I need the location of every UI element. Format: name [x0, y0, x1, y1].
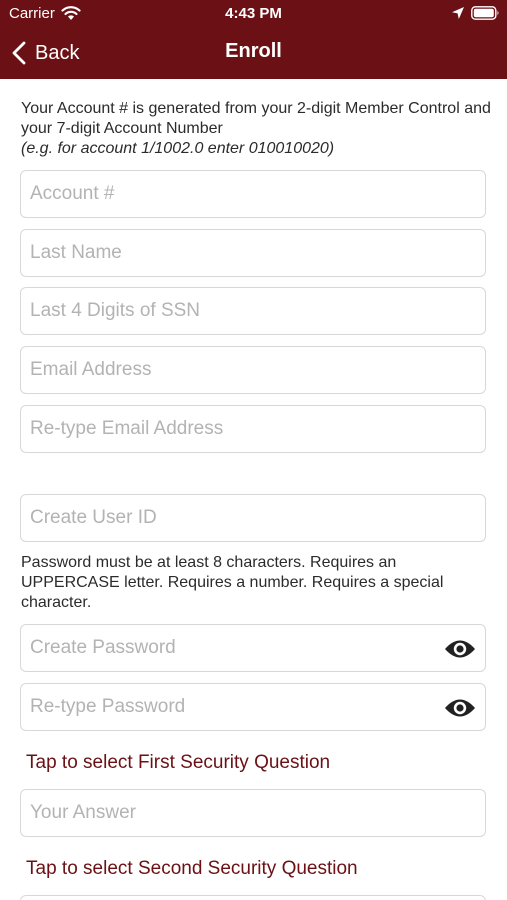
- account-number-input[interactable]: [21, 171, 485, 217]
- eye-icon[interactable]: [444, 697, 476, 719]
- eye-icon[interactable]: [444, 638, 476, 660]
- first-answer-field[interactable]: [20, 789, 486, 837]
- top-bar: Carrier 4:43 PM Back Enroll: [0, 0, 507, 79]
- password-confirm-input[interactable]: [21, 684, 485, 730]
- user-id-field[interactable]: [20, 494, 486, 542]
- password-confirm-field[interactable]: [20, 683, 486, 731]
- ssn-field[interactable]: [20, 287, 486, 335]
- account-instructions-text: Your Account # is generated from your 2-…: [21, 100, 491, 137]
- battery-icon: [471, 6, 499, 20]
- email-confirm-input[interactable]: [21, 406, 485, 452]
- email-confirm-field[interactable]: [20, 405, 486, 453]
- second-security-question-selector[interactable]: Tap to select Second Security Question: [26, 858, 358, 880]
- password-input[interactable]: [21, 625, 485, 671]
- email-field[interactable]: [20, 346, 486, 394]
- user-id-input[interactable]: [21, 495, 485, 541]
- ssn-input[interactable]: [21, 288, 485, 334]
- location-arrow-icon: [452, 7, 464, 19]
- account-instructions: Your Account # is generated from your 2-…: [21, 99, 491, 159]
- first-answer-input[interactable]: [21, 790, 485, 836]
- last-name-field[interactable]: [20, 229, 486, 277]
- password-requirements: Password must be at least 8 characters. …: [21, 554, 444, 611]
- first-security-question-selector[interactable]: Tap to select First Security Question: [26, 752, 330, 774]
- enroll-screen: Carrier 4:43 PM Back Enroll Your Account…: [0, 0, 507, 900]
- email-input[interactable]: [21, 347, 485, 393]
- status-bar: Carrier 4:43 PM: [0, 0, 507, 28]
- account-example: (e.g. for account 1/1002.0 enter 0100100…: [21, 140, 335, 157]
- second-answer-field[interactable]: [20, 895, 486, 900]
- account-number-field[interactable]: [20, 170, 486, 218]
- status-time: 4:43 PM: [225, 5, 282, 22]
- navigation-bar: Back Enroll: [0, 28, 507, 79]
- last-name-input[interactable]: [21, 230, 485, 276]
- password-field[interactable]: [20, 624, 486, 672]
- page-title: Enroll: [225, 40, 282, 62]
